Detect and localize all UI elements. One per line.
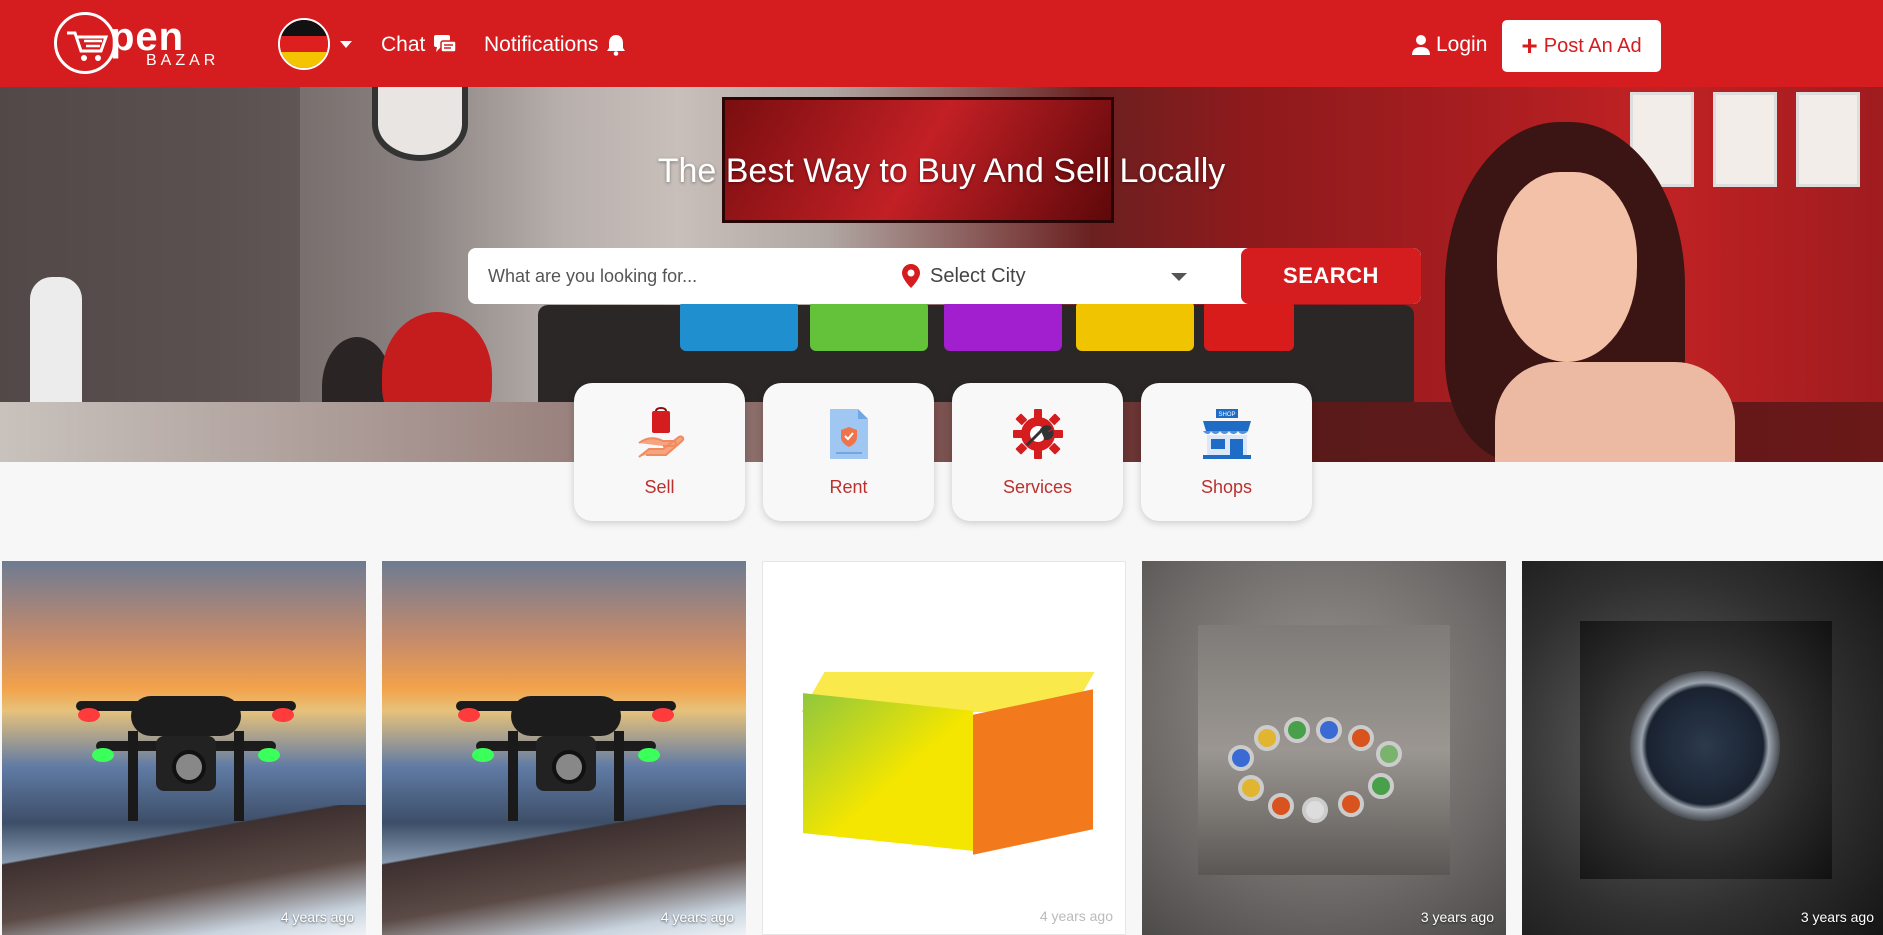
chevron-down-icon <box>340 40 352 48</box>
search-button[interactable]: SEARCH <box>1241 248 1421 304</box>
listing-time: 4 years ago <box>280 909 354 925</box>
listing-time: 4 years ago <box>660 909 734 925</box>
logo-subtitle: BAZAR <box>146 52 220 69</box>
listing-grid: 4 years ago 4 years ago 4 years ago 3 ye… <box>0 561 1883 935</box>
nav-notifications[interactable]: Notifications <box>484 33 626 57</box>
location-pin-icon <box>902 264 920 288</box>
category-shops[interactable]: SHOP Shops <box>1141 383 1312 521</box>
drone-image <box>76 656 296 826</box>
top-navbar: pen BAZAR Chat Notifications Login + Pos… <box>0 0 1883 87</box>
city-select-label: Select City <box>930 264 1026 287</box>
language-selector[interactable] <box>278 18 352 70</box>
category-tiles: Sell Rent Services SHOP Shops <box>574 383 1312 521</box>
svg-text:SHOP: SHOP <box>1218 412 1235 418</box>
listing-card[interactable]: 4 years ago <box>2 561 366 935</box>
listing-card[interactable]: 3 years ago <box>1142 561 1506 935</box>
notifications-label: Notifications <box>484 33 599 56</box>
listing-card[interactable]: 4 years ago <box>382 561 746 935</box>
shop-store-icon: SHOP <box>1202 409 1251 459</box>
dropdown-arrow-icon <box>1171 273 1187 281</box>
category-label: Services <box>1002 477 1073 497</box>
chat-bubbles-icon <box>434 35 458 53</box>
post-ad-button[interactable]: + Post An Ad <box>1502 20 1661 72</box>
category-label: Rent <box>829 477 868 497</box>
cart-logo-icon <box>54 12 116 74</box>
search-bar: Select City SEARCH <box>468 248 1421 304</box>
drone-image <box>456 656 676 826</box>
category-sell[interactable]: Sell <box>574 383 745 521</box>
services-gear-icon <box>1012 409 1063 459</box>
category-label: Sell <box>644 477 675 497</box>
hero-title: The Best Way to Buy And Sell Locally <box>657 152 1226 190</box>
chat-label: Chat <box>381 33 426 56</box>
germany-flag-icon <box>278 18 330 70</box>
login-label: Login <box>1436 33 1488 56</box>
city-select[interactable]: Select City <box>888 248 1213 304</box>
product-box-image <box>801 672 1095 855</box>
category-label: Shops <box>1200 477 1253 497</box>
category-services[interactable]: Services <box>952 383 1123 521</box>
wall-clock-image <box>372 87 468 161</box>
post-ad-label: Post An Ad <box>1543 34 1642 57</box>
plus-icon: + <box>1521 30 1538 61</box>
listing-card[interactable]: 4 years ago <box>762 561 1126 935</box>
user-icon <box>1412 35 1430 55</box>
listing-card[interactable]: 3 years ago <box>1522 561 1883 935</box>
login-link[interactable]: Login <box>1412 33 1487 57</box>
nav-chat[interactable]: Chat <box>381 33 458 57</box>
listing-time: 4 years ago <box>1039 908 1113 924</box>
listing-time: 3 years ago <box>1800 909 1874 925</box>
sell-hand-bag-icon <box>637 407 684 458</box>
category-rent[interactable]: Rent <box>763 383 934 521</box>
search-input[interactable] <box>468 248 888 304</box>
openbazar-logo[interactable]: pen BAZAR <box>54 12 224 74</box>
bell-icon <box>607 35 626 56</box>
bracelet-image <box>1198 625 1450 875</box>
rent-document-icon <box>829 409 868 459</box>
watch-image <box>1580 621 1832 879</box>
listing-time: 3 years ago <box>1420 909 1494 925</box>
